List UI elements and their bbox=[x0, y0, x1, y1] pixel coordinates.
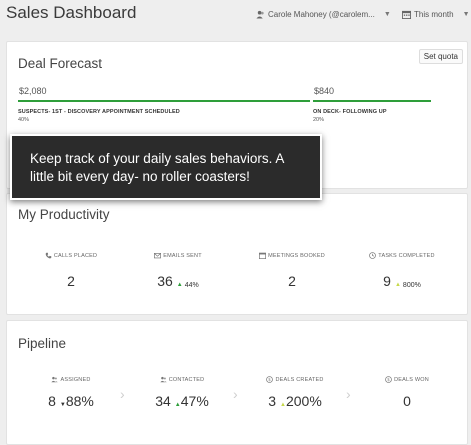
metric-change: 47% bbox=[180, 393, 209, 409]
metric-label: DEALS WON bbox=[394, 376, 429, 383]
stage-percent: 40% bbox=[18, 117, 30, 123]
productivity-card: My Productivity CALLS PLACED 2 EMAILS SE… bbox=[6, 193, 468, 315]
chevron-right-icon: › bbox=[120, 386, 125, 402]
calendar-icon bbox=[402, 10, 411, 19]
metric-value: 3 bbox=[268, 393, 277, 409]
metric-value: 0 bbox=[403, 393, 411, 409]
envelope-icon bbox=[154, 252, 162, 259]
metric-change: 800% bbox=[402, 281, 421, 289]
metric-label: ASSIGNED bbox=[60, 376, 91, 383]
stage-amount: $840 bbox=[313, 84, 431, 102]
stage-name: SUSPECTS- 1ST - DISCOVERY APPOINTMENT SC… bbox=[18, 109, 180, 115]
forecast-stage[interactable]: $840 ON DECK- FOLLOWING UP 20% bbox=[313, 84, 431, 124]
metric-value: 2 bbox=[288, 273, 296, 289]
tooltip-text: Keep track of your daily sales behaviors… bbox=[30, 151, 284, 184]
header: Sales Dashboard Carole Mahoney (@carolem… bbox=[0, 0, 471, 34]
metric-label: TASKS COMPLETED bbox=[378, 252, 435, 259]
dollar-circle-icon: $ bbox=[266, 376, 274, 383]
metric-change: 44% bbox=[184, 281, 199, 289]
arrow-up-icon: ▲ bbox=[176, 282, 183, 288]
metric-change: 200% bbox=[285, 393, 322, 409]
metric-meetings-booked[interactable]: MEETINGS BOOKED 2 bbox=[247, 252, 337, 289]
pipeline-deals-won[interactable]: $ DEALS WON 0 bbox=[362, 376, 452, 409]
metric-label: CALLS PLACED bbox=[53, 252, 98, 259]
productivity-title: My Productivity bbox=[18, 207, 110, 222]
metric-label: CONTACTED bbox=[168, 376, 205, 383]
stage-name: ON DECK- FOLLOWING UP bbox=[313, 109, 387, 115]
metric-change: 88% bbox=[65, 393, 94, 409]
chevron-down-icon: ▼ bbox=[462, 11, 470, 18]
chevron-down-icon: ▼ bbox=[383, 11, 391, 18]
page-title: Sales Dashboard bbox=[6, 3, 137, 22]
pipeline-deals-created[interactable]: $ DEALS CREATED 3 ▲200% bbox=[250, 376, 340, 409]
forecast-stage[interactable]: $2,080 SUSPECTS- 1ST - DISCOVERY APPOINT… bbox=[18, 84, 310, 124]
pipeline-contacted[interactable]: CONTACTED 34 ▲47% bbox=[137, 376, 227, 410]
dollar-circle-icon: $ bbox=[385, 376, 392, 383]
chevron-right-icon: › bbox=[346, 386, 351, 402]
stage-amount: $2,080 bbox=[18, 84, 310, 102]
svg-text:$: $ bbox=[269, 377, 272, 382]
metric-tasks-completed[interactable]: TASKS COMPLETED 9 ▲ 800% bbox=[357, 252, 447, 289]
pipeline-assigned[interactable]: ASSIGNED 8 ▼88% bbox=[26, 376, 116, 410]
svg-text:$: $ bbox=[387, 377, 390, 382]
user-name: Carole Mahoney (@carolem... bbox=[268, 10, 375, 19]
clock-icon bbox=[369, 252, 377, 259]
user-icon bbox=[256, 10, 265, 19]
metric-emails-sent[interactable]: EMAILS SENT 36 ▲ 44% bbox=[133, 252, 223, 289]
metric-value: 8 bbox=[48, 393, 56, 409]
pipeline-title: Pipeline bbox=[18, 336, 67, 351]
users-icon bbox=[160, 376, 167, 383]
metric-value: 2 bbox=[67, 273, 75, 289]
stage-percent: 20% bbox=[313, 117, 325, 123]
users-icon bbox=[51, 376, 59, 383]
metric-label: MEETINGS BOOKED bbox=[268, 252, 325, 259]
metric-value: 34 bbox=[155, 393, 171, 409]
chevron-right-icon: › bbox=[233, 386, 238, 402]
pipeline-card: Pipeline ASSIGNED 8 ▼88% › CONTACTED 34 … bbox=[6, 320, 468, 445]
metric-label: EMAILS SENT bbox=[163, 252, 202, 259]
arrow-up-icon: ▲ bbox=[394, 282, 401, 288]
set-quota-button[interactable]: Set quota bbox=[418, 49, 463, 64]
metric-value: 36 bbox=[157, 273, 173, 289]
user-selector[interactable]: Carole Mahoney (@carolem... ▼ bbox=[256, 10, 391, 19]
metric-calls-placed[interactable]: CALLS PLACED 2 bbox=[26, 252, 116, 289]
phone-icon bbox=[45, 252, 52, 259]
deal-forecast-title: Deal Forecast bbox=[18, 56, 103, 71]
metric-value: 9 bbox=[383, 273, 391, 289]
onboarding-tooltip[interactable]: Keep track of your daily sales behaviors… bbox=[10, 134, 322, 200]
period-label: This month bbox=[414, 10, 454, 19]
period-selector[interactable]: This month ▼ bbox=[402, 10, 470, 19]
metric-label: DEALS CREATED bbox=[275, 376, 324, 383]
calendar-icon bbox=[259, 252, 267, 259]
